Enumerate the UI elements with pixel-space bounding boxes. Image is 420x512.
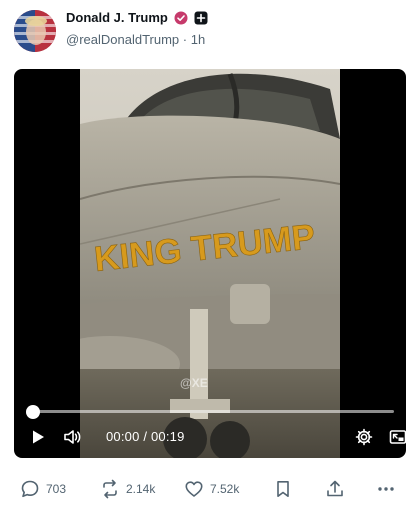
author-handle[interactable]: @realDonaldTrump bbox=[66, 32, 179, 47]
volume-icon[interactable] bbox=[60, 425, 84, 449]
reply-count: 703 bbox=[46, 482, 67, 496]
follow-plus-icon[interactable] bbox=[194, 11, 208, 25]
video-time: 00:00 / 00:19 bbox=[106, 429, 185, 444]
post-time[interactable]: 1h bbox=[191, 32, 205, 47]
like-button[interactable]: 7.52k bbox=[184, 476, 239, 502]
repost-icon bbox=[100, 479, 120, 499]
more-options-button[interactable] bbox=[376, 476, 396, 502]
share-button[interactable] bbox=[325, 476, 345, 502]
play-icon[interactable] bbox=[26, 425, 50, 449]
heart-icon bbox=[184, 479, 204, 499]
scrubber-handle[interactable] bbox=[26, 405, 40, 419]
verified-badge-icon bbox=[174, 11, 188, 25]
post-header: Donald J. Trump @realDonaldTrump · 1h bbox=[14, 8, 406, 58]
video-scrubber[interactable] bbox=[26, 405, 394, 419]
post-actions: 703 2.14k 7.52k bbox=[20, 476, 404, 502]
video-controls: 00:00 / 00:19 bbox=[26, 425, 406, 449]
author-row: Donald J. Trump bbox=[66, 10, 208, 25]
repost-button[interactable]: 2.14k bbox=[100, 476, 155, 502]
bookmark-icon bbox=[273, 479, 293, 499]
video-watermark: @XE bbox=[180, 376, 208, 390]
bookmark-button[interactable] bbox=[273, 476, 293, 502]
reply-icon bbox=[20, 479, 40, 499]
picture-in-picture-icon[interactable] bbox=[386, 425, 406, 449]
settings-gear-icon[interactable] bbox=[352, 425, 376, 449]
video-player[interactable]: KING TRUMP @XE 00:00 / 00:19 bbox=[14, 69, 406, 458]
repost-count: 2.14k bbox=[126, 482, 156, 496]
reply-button[interactable]: 703 bbox=[20, 476, 66, 502]
like-count: 7.52k bbox=[210, 482, 240, 496]
author-name[interactable]: Donald J. Trump bbox=[66, 10, 168, 25]
handle-row: @realDonaldTrump · 1h bbox=[66, 32, 205, 47]
separator-dot: · bbox=[182, 32, 188, 47]
ellipsis-icon bbox=[376, 479, 396, 499]
scrubber-track[interactable] bbox=[28, 410, 394, 413]
video-frame: KING TRUMP @XE bbox=[80, 69, 340, 458]
avatar[interactable] bbox=[14, 10, 56, 52]
share-icon bbox=[325, 479, 345, 499]
